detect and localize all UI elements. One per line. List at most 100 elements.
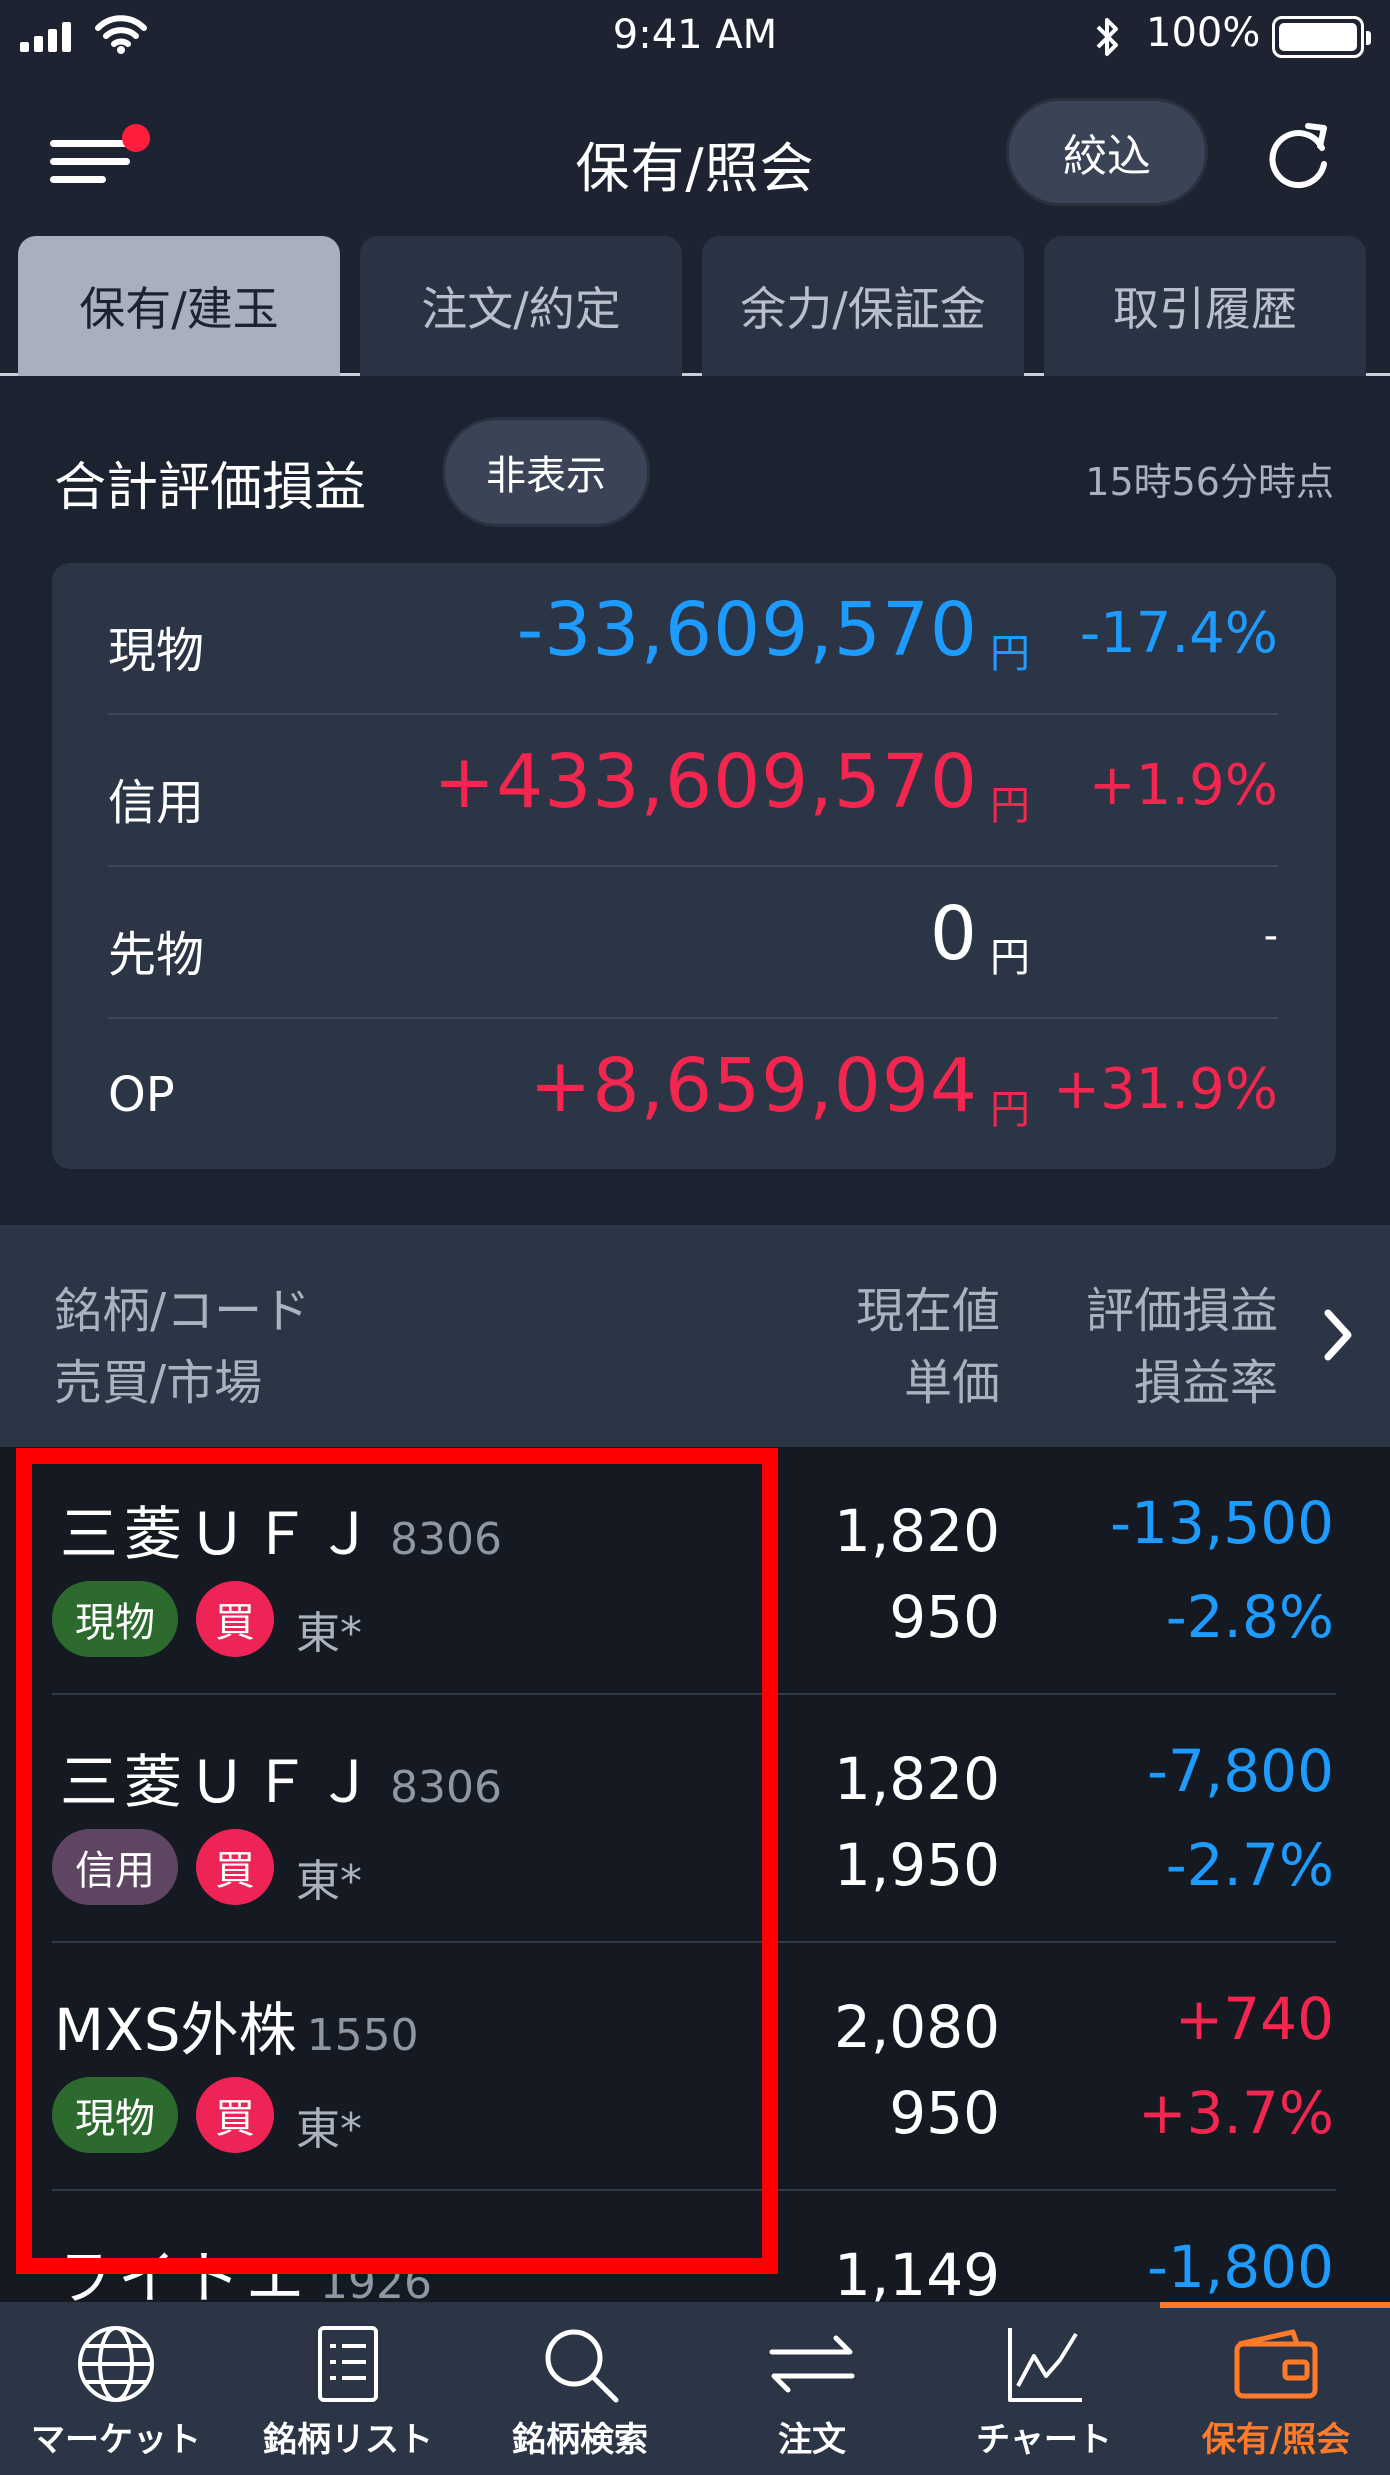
unit-price: 950 [889,1583,1000,1651]
pl-rate: +3.7% [1138,2079,1334,2147]
nav-label: マーケット [31,2420,201,2460]
summary-row-label: 先物 [108,927,205,983]
bottom-nav: マーケット 銘柄リスト 銘柄検索 注文 チャート 保有/照会 [0,2302,1390,2475]
col-name-code: 銘柄/コード [54,1283,311,1339]
stock-name-text: 三菱ＵＦＪ [60,1500,381,1568]
col-current-price: 現在値 [855,1283,1000,1339]
summary-row-value: +8,659,094 [529,1043,978,1129]
summary-row-label: 信用 [108,775,205,831]
list-item[interactable]: ライトエ 1926 1,149 -1,800 [0,2191,1390,2302]
nav-chart[interactable]: チャート [928,2302,1160,2475]
holdings-column-header: 銘柄/コード 売買/市場 現在値 単価 評価損益 損益率 [0,1225,1390,1447]
summary-row-value: +433,609,570 [433,739,978,825]
summary-title: 合計評価損益 [54,458,367,518]
unit-price: 950 [889,2079,1000,2147]
battery-icon [1272,16,1371,58]
nav-holdings[interactable]: 保有/照会 [1160,2302,1390,2475]
app-header: 保有/照会 絞込 [0,72,1390,232]
nav-label: 銘柄リスト [263,2420,433,2460]
list-item[interactable]: 三菱ＵＦＪ 8306 信用 買 東* 1,820 1,950 -7,800 -2.… [0,1695,1390,1943]
pl-value: -1,800 [1147,2233,1334,2301]
summary-row-options: OP +8,659,094 円 +31.9% [108,1019,1278,1171]
market-label: 東* [296,2104,362,2155]
list-item[interactable]: MXS外株 1550 現物 買 東* 2,080 950 +740 +3.7% [0,1943,1390,2191]
app-screen: 9:41 AM 100% 保有/照会 絞込 保有/建玉 注文/約定 余力/保証金… [0,0,1390,2475]
nav-label: 銘柄検索 [512,2420,648,2460]
nav-stock-list[interactable]: 銘柄リスト [232,2302,464,2475]
tab-bar: 保有/建玉 注文/約定 余力/保証金 取引履歴 [0,232,1390,376]
account-type-badge: 信用 [52,1829,178,1905]
nav-order[interactable]: 注文 [696,2302,928,2475]
col-pl-rate: 損益率 [1133,1355,1278,1411]
list-item[interactable]: 三菱ＵＦＪ 8306 現物 買 東* 1,820 950 -13,500 -2.8… [0,1447,1390,1695]
summary-row-value: -33,609,570 [516,587,978,673]
market-label: 東* [296,1856,362,1907]
summary-row-percent: -17.4% [1079,601,1278,666]
col-pl: 評価損益 [1085,1283,1278,1339]
summary-row-percent: - [1263,913,1278,959]
tab-orders[interactable]: 注文/約定 [360,236,682,376]
stock-name: 三菱ＵＦＪ 8306 [60,1487,502,1571]
market-label: 東* [296,1608,362,1659]
holdings-list: 三菱ＵＦＪ 8306 現物 買 東* 1,820 950 -13,500 -2.8… [0,1447,1390,2302]
current-price: 2,080 [833,1993,1000,2061]
nav-market[interactable]: マーケット [0,2302,232,2475]
unit-price: 1,950 [833,1831,1000,1899]
summary-row-margin: 信用 +433,609,570 円 +1.9% [108,715,1278,867]
summary-row-percent: +31.9% [1053,1057,1278,1122]
current-price: 1,820 [833,1497,1000,1565]
swap-arrows-icon [696,2322,928,2406]
summary-row-label: 現物 [108,623,205,679]
pl-rate: -2.8% [1165,1583,1334,1651]
stock-code: 8306 [390,1514,502,1565]
list-icon [232,2322,464,2406]
current-price: 1,149 [833,2241,1000,2302]
summary-row-futures: 先物 0 円 - [108,867,1278,1019]
stock-name-text: ライトエ [54,2244,311,2302]
pl-summary: 合計評価損益 非表示 15時56分時点 現物 -33,609,570 円 -17… [0,379,1390,1225]
nav-label: 注文 [778,2420,846,2460]
nav-stock-search[interactable]: 銘柄検索 [464,2302,696,2475]
summary-card: 現物 -33,609,570 円 -17.4% 信用 +433,609,570 … [52,563,1336,1169]
pl-value: +740 [1174,1985,1334,2053]
tab-buying-power[interactable]: 余力/保証金 [702,236,1024,376]
pl-rate: -2.7% [1165,1831,1334,1899]
stock-name-text: MXS外株 [54,1996,297,2064]
summary-row-label: OP [108,1067,175,1123]
buy-badge: 買 [196,1829,274,1905]
buy-badge: 買 [196,1581,274,1657]
battery-percent: 100% [1146,10,1261,56]
globe-icon [0,2322,232,2406]
hide-button[interactable]: 非表示 [442,417,650,527]
tab-history[interactable]: 取引履歴 [1044,236,1366,376]
wallet-icon [1160,2322,1390,2406]
yen-unit: 円 [990,631,1030,677]
stock-code: 1926 [320,2258,432,2302]
nav-label: 保有/照会 [1201,2420,1351,2460]
tab-holdings[interactable]: 保有/建玉 [18,236,340,376]
col-trade-market: 売買/市場 [54,1355,263,1411]
summary-timestamp: 15時56分時点 [1085,460,1334,504]
summary-row-value: 0 [929,891,978,977]
col-unit-price: 単価 [903,1355,1000,1411]
current-price: 1,820 [833,1745,1000,1813]
bluetooth-icon [1092,16,1122,62]
account-type-badge: 現物 [52,1581,178,1657]
summary-row-percent: +1.9% [1088,753,1278,818]
stock-code: 1550 [306,2010,419,2061]
refresh-icon[interactable] [1260,118,1336,198]
account-type-badge: 現物 [52,2077,178,2153]
search-icon [464,2322,696,2406]
yen-unit: 円 [990,935,1030,981]
stock-name: 三菱ＵＦＪ 8306 [60,1735,502,1819]
chevron-right-icon[interactable] [1318,1305,1358,1369]
stock-name: ライトエ 1926 [54,2231,432,2302]
buy-badge: 買 [196,2077,274,2153]
yen-unit: 円 [990,783,1030,829]
chart-line-icon [928,2322,1160,2406]
stock-name: MXS外株 1550 [54,1983,419,2067]
yen-unit: 円 [990,1087,1030,1133]
status-bar: 9:41 AM 100% [0,0,1390,72]
stock-name-text: 三菱ＵＦＪ [60,1748,381,1816]
filter-button[interactable]: 絞込 [1006,98,1208,206]
